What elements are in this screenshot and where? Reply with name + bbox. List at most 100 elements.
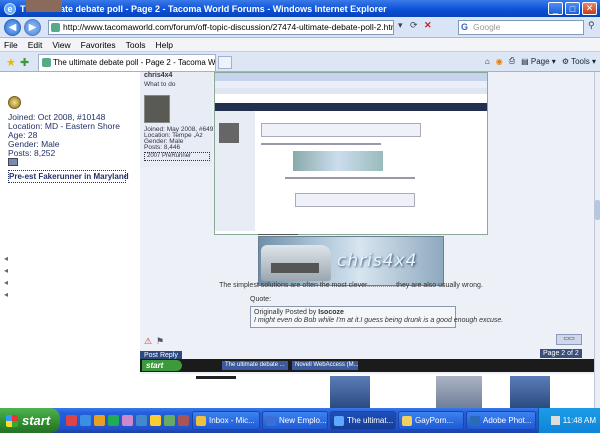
signature-image: chris4x4	[258, 236, 444, 286]
outlook-icon	[196, 415, 206, 426]
add-favorite-icon[interactable]: ✚	[20, 56, 29, 69]
warn-icon[interactable]: ⚑	[156, 336, 164, 347]
quicklaunch-icon[interactable]	[178, 415, 189, 426]
user-vehicle-icon	[8, 158, 18, 166]
vertical-scrollbar[interactable]	[594, 72, 600, 408]
menu-bar: File Edit View Favorites Tools Help	[0, 38, 600, 52]
maximize-button[interactable]: □	[565, 2, 580, 15]
task-label: Inbox - Mic...	[209, 416, 255, 425]
quicklaunch-icon[interactable]	[136, 415, 147, 426]
task-label: The ultimat...	[347, 416, 394, 425]
new-tab-button[interactable]	[218, 56, 232, 69]
embedded-quote	[261, 123, 421, 137]
edge-icon: ◂	[4, 278, 9, 287]
quicklaunch-icon[interactable]	[108, 415, 119, 426]
quote-by-prefix: Originally Posted by	[254, 309, 317, 316]
embedded-task-item: The ultimate debate ...	[222, 361, 288, 370]
ie-quicklaunch-icon[interactable]	[80, 415, 91, 426]
favorites-star-icon[interactable]: ★	[6, 56, 16, 69]
quote-body: I might even do Bob while I'm at it.I gu…	[254, 317, 504, 324]
page-menu[interactable]: ▤ Page ▾	[521, 57, 556, 66]
menu-help[interactable]: Help	[155, 40, 172, 50]
address-dropdown-icon[interactable]: ▾	[398, 20, 403, 31]
print-icon[interactable]: ⎙	[509, 56, 515, 66]
address-bar-row: ◀ ▶ http://www.tacomaworld.com/forum/off…	[0, 17, 600, 38]
user-title-badge: Pre-est Fakerunner in Maryland	[8, 170, 129, 183]
embedded-addressbar	[215, 81, 487, 88]
embedded-text-line	[285, 177, 415, 179]
task-photoshop[interactable]: Adobe Phot...	[466, 411, 536, 430]
nested-user-subtitle: What to do	[144, 81, 176, 88]
start-label: start	[22, 413, 51, 428]
close-button[interactable]: ✕	[582, 2, 597, 15]
back-button[interactable]: ◀	[4, 19, 21, 36]
task-label: Adobe Phot...	[483, 416, 532, 425]
menu-edit[interactable]: Edit	[28, 40, 43, 50]
user-posts: Posts: 8,252	[8, 148, 56, 158]
google-icon: G	[461, 22, 469, 32]
tools-menu-label: Tools	[571, 56, 590, 66]
address-input[interactable]: http://www.tacomaworld.com/forum/off-top…	[48, 20, 394, 35]
quote-button[interactable]: ▭▭	[556, 334, 582, 345]
nested-user-badge: 2007 PreRunner	[144, 152, 210, 161]
minimize-button[interactable]: _	[548, 2, 563, 15]
quote-author[interactable]: Isocoze	[318, 309, 344, 316]
quicklaunch-icon[interactable]	[122, 415, 133, 426]
windows-logo-icon	[6, 414, 18, 427]
tools-menu[interactable]: ⚙ Tools ▾	[562, 57, 596, 66]
window-title-bar: e The ultimate debate poll - Page 2 - Ta…	[0, 0, 600, 17]
embedded-taskbar	[140, 359, 594, 372]
nested-user-posts: Posts: 8,446	[144, 144, 181, 151]
tab-label: The ultimate debate poll - Page 2 - Taco…	[53, 58, 216, 67]
ie-icon: e	[4, 2, 16, 15]
ie-icon	[334, 415, 344, 426]
user-avatar	[26, 0, 62, 12]
quote-attribution: Originally Posted by Isocoze	[254, 309, 452, 316]
tab-bar: ★ ✚ The ultimate debate poll - Page 2 - …	[0, 52, 600, 72]
edge-icon: ◂	[4, 266, 9, 275]
nested-username: chris4x4	[144, 72, 173, 79]
folder-icon	[402, 415, 412, 426]
window-controls: _ □ ✕	[546, 2, 597, 15]
rank-badge-icon	[8, 96, 21, 109]
menu-tools[interactable]: Tools	[126, 40, 146, 50]
word-icon	[266, 415, 276, 426]
stop-icon[interactable]: ✕	[424, 20, 432, 31]
search-icon[interactable]: ⚲	[588, 20, 595, 31]
quicklaunch-icon[interactable]	[150, 415, 161, 426]
task-ultimate-debate[interactable]: The ultimat...	[330, 411, 396, 430]
menu-view[interactable]: View	[52, 40, 70, 50]
clock[interactable]: 11:48 AM	[563, 416, 596, 425]
feeds-icon[interactable]: ◉	[496, 57, 503, 66]
signature-text: chris4x4	[337, 251, 418, 271]
embedded-screenshot	[214, 72, 488, 235]
quicklaunch-icon[interactable]	[164, 415, 175, 426]
refresh-icon[interactable]: ⟳	[410, 20, 418, 31]
task-inbox[interactable]: Inbox - Mic...	[192, 411, 260, 430]
search-placeholder: Google	[473, 22, 501, 32]
tab-active[interactable]: The ultimate debate poll - Page 2 - Taco…	[38, 54, 216, 71]
pagination[interactable]: Page 2 of 2	[540, 349, 582, 358]
task-new-employee[interactable]: New Emplo...	[262, 411, 328, 430]
embedded-start-button: start	[142, 360, 182, 371]
menu-favorites[interactable]: Favorites	[81, 40, 116, 50]
search-input[interactable]: G Google	[458, 20, 584, 35]
address-url: http://www.tacomaworld.com/forum/off-top…	[63, 22, 394, 32]
report-post-icon[interactable]: ⚠	[144, 336, 152, 347]
start-button[interactable]: start	[0, 408, 60, 433]
thumbnail	[196, 376, 236, 408]
embedded-avatar	[219, 123, 239, 143]
photoshop-icon	[470, 415, 480, 426]
thumbnail	[510, 376, 550, 408]
quicklaunch-icon[interactable]	[94, 415, 105, 426]
volume-icon[interactable]	[550, 416, 560, 425]
command-bar: ⌂ ◉ ⎙ ▤ Page ▾ ⚙ Tools ▾	[485, 56, 596, 66]
menu-file[interactable]: File	[4, 40, 18, 50]
scrollbar-thumb[interactable]	[595, 200, 600, 220]
quicklaunch-icon[interactable]	[66, 415, 77, 426]
forward-button[interactable]: ▶	[24, 19, 41, 36]
task-folder[interactable]: GayPorn...	[398, 411, 464, 430]
home-icon[interactable]: ⌂	[485, 57, 490, 66]
system-tray: 11:48 AM	[538, 408, 600, 433]
embedded-quote	[295, 193, 415, 207]
